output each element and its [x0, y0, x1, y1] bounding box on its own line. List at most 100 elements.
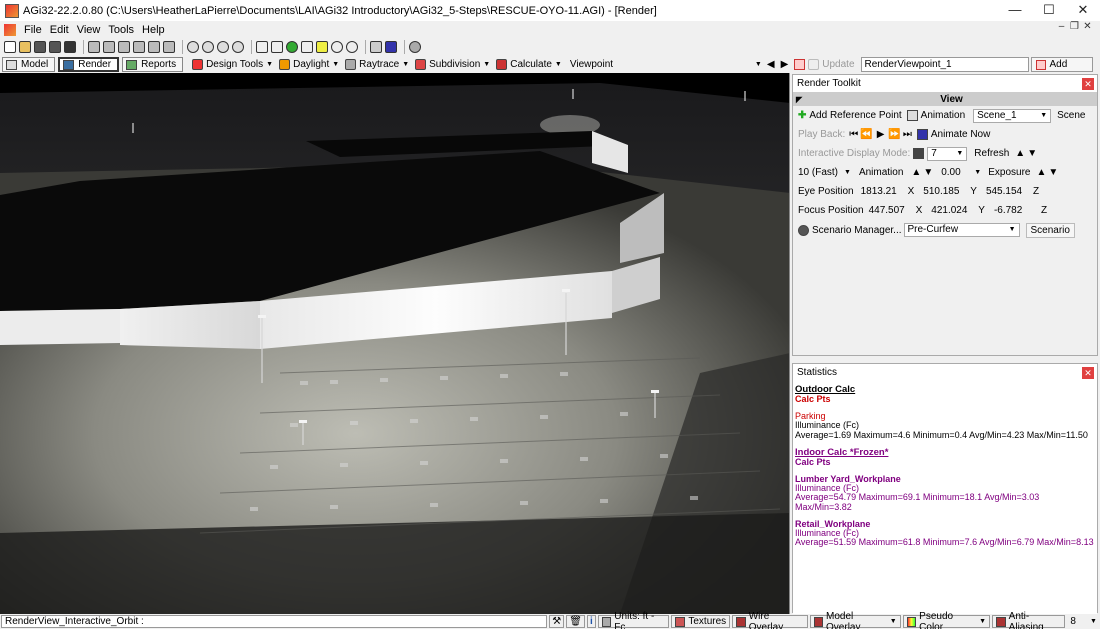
viewpoint-dropdown[interactable]: Viewpoint ▼ [568, 58, 764, 72]
raytrace-menu[interactable]: Raytrace ▼ [345, 59, 409, 70]
trash-icon[interactable]: 🗑 [566, 615, 585, 628]
import-icon[interactable] [34, 41, 46, 53]
menu-tools[interactable]: Tools [104, 24, 138, 36]
orbit-se-icon[interactable] [217, 41, 229, 53]
focus-x-input[interactable]: 447.507 [866, 204, 914, 218]
anti-aliasing-dropdown[interactable]: 8 ▼ [1067, 615, 1100, 628]
exposure-down-icon[interactable]: ▼ [1048, 167, 1058, 178]
tab-render[interactable]: Render [58, 57, 120, 72]
view-cube-icon[interactable] [88, 41, 100, 53]
calculate-menu[interactable]: Calculate ▼ [496, 59, 562, 70]
mdi-close-button[interactable]: ✕ [1081, 21, 1094, 32]
skip-end-icon[interactable]: ⏭ [903, 129, 912, 140]
design-tools-menu[interactable]: Design Tools ▼ [192, 59, 273, 70]
minimize-button[interactable]: — [998, 0, 1032, 21]
animation-down-icon[interactable]: ▼ [923, 167, 933, 178]
mdi-minimize-button[interactable]: – [1055, 21, 1068, 32]
scenario-manager-button[interactable]: Scenario Manager... [812, 225, 902, 236]
eye-y-input[interactable]: 510.185 [920, 185, 968, 199]
animate-now-icon[interactable] [916, 129, 928, 140]
focus-z-input[interactable]: -6.782 [991, 204, 1039, 218]
menu-file[interactable]: File [20, 24, 46, 36]
refresh-up-icon[interactable]: ▲ [1015, 148, 1025, 159]
view-section-header[interactable]: ◤ View [793, 92, 1097, 106]
previous-viewpoint-icon[interactable]: ◀ [767, 59, 775, 70]
add-reference-point-icon[interactable]: ✚ [798, 110, 806, 121]
open-folder-icon[interactable] [19, 41, 31, 53]
stop-icon[interactable] [409, 41, 421, 53]
new-file-icon[interactable] [4, 41, 16, 53]
render-viewport[interactable] [0, 73, 790, 614]
refresh-button[interactable]: Refresh [974, 148, 1009, 159]
wire-overlay-toggle[interactable]: Wire Overlay [732, 611, 808, 629]
document-icon[interactable] [4, 23, 16, 36]
orbit-ne-icon[interactable] [187, 41, 199, 53]
view-side-icon[interactable] [133, 41, 145, 53]
exposure-up-icon[interactable]: ▲ [1036, 167, 1046, 178]
pseudo-color-menu[interactable]: Pseudo Color ▼ [902, 611, 991, 629]
units-button[interactable]: Units: ft - Fc [597, 611, 670, 629]
pan-hand-icon[interactable] [271, 41, 283, 53]
view-back-icon[interactable] [148, 41, 160, 53]
orbit-nw-icon[interactable] [202, 41, 214, 53]
scene-dropdown[interactable]: Scene_1 ▼ [973, 108, 1052, 123]
close-button[interactable]: ✕ [1066, 0, 1100, 21]
rotate-icon[interactable] [331, 41, 343, 53]
update-button[interactable]: Update [808, 59, 855, 70]
luminaire-icon[interactable] [370, 41, 382, 53]
scenario-button[interactable]: Scenario [1025, 222, 1075, 238]
eye-x-input[interactable]: 1813.21 [858, 185, 906, 199]
render-viewpoint-name-input[interactable]: RenderViewpoint_1 [860, 57, 1029, 72]
close-icon[interactable]: ✕ [1082, 366, 1094, 379]
orbit-sw-icon[interactable] [232, 41, 244, 53]
scenario-dropdown[interactable]: Pre-Curfew ▼ [903, 223, 1020, 237]
subdivision-menu[interactable]: Subdivision ▼ [415, 59, 490, 70]
zoom-icon[interactable] [346, 41, 358, 53]
exposure-dropdown[interactable]: 0.00 ▼ [938, 166, 984, 180]
globe-icon[interactable] [286, 41, 298, 53]
view-front-icon[interactable] [118, 41, 130, 53]
maximize-button[interactable]: ☐ [1032, 0, 1066, 21]
close-icon[interactable]: ✕ [1082, 77, 1094, 90]
rewind-icon[interactable]: ⏪ [860, 129, 872, 140]
model-overlay-menu[interactable]: Model Overlay ▼ [809, 611, 901, 629]
scissors-icon[interactable] [256, 41, 268, 53]
tools-icon[interactable]: ⚒ [549, 615, 565, 628]
add-reference-point-button[interactable]: Add Reference Point [809, 110, 901, 121]
textures-toggle[interactable]: Textures [671, 615, 731, 628]
mdi-restore-button[interactable]: ❐ [1068, 21, 1081, 32]
skip-start-icon[interactable]: ⏮ [849, 129, 858, 140]
daylight-menu[interactable]: Daylight ▼ [279, 59, 339, 70]
display-mode-dropdown[interactable]: 7 ▼ [927, 146, 968, 161]
refresh-down-icon[interactable]: ▼ [1027, 148, 1037, 159]
export-icon[interactable] [49, 41, 61, 53]
save-icon[interactable] [64, 41, 76, 53]
tab-model[interactable]: Model [2, 57, 56, 72]
info-icon[interactable]: i [586, 615, 596, 628]
scene-button[interactable]: Scene [1057, 110, 1085, 121]
view-top-icon[interactable] [103, 41, 115, 53]
menu-view[interactable]: View [73, 24, 105, 36]
add-viewpoint-button[interactable]: Add [1030, 57, 1093, 72]
animation-up-icon[interactable]: ▲ [911, 167, 921, 178]
animate-now-button[interactable]: Animate Now [931, 129, 990, 140]
animation-icon[interactable] [906, 110, 918, 121]
collapse-icon[interactable]: ◤ [796, 95, 806, 104]
fast-forward-icon[interactable]: ⏩ [888, 129, 900, 140]
render-scene[interactable] [0, 73, 790, 614]
play-icon[interactable]: ▶ [877, 129, 885, 140]
animation-button[interactable]: Animation [921, 110, 965, 121]
eye-z-input[interactable]: 545.154 [983, 185, 1031, 199]
menu-help[interactable]: Help [138, 24, 169, 36]
delete-viewpoint-icon[interactable] [794, 59, 806, 70]
focus-y-input[interactable]: 421.024 [928, 204, 976, 218]
next-viewpoint-icon[interactable]: ▶ [781, 59, 789, 70]
chevron-down-icon[interactable]: ▼ [844, 169, 851, 176]
display-icon[interactable] [385, 41, 397, 53]
anti-aliasing-toggle[interactable]: Anti-Aliasing [992, 611, 1066, 629]
fly-icon[interactable] [316, 41, 328, 53]
speed-dropdown[interactable]: 10 (Fast) [798, 166, 842, 180]
view-iso-icon[interactable] [163, 41, 175, 53]
scenario-manager-icon[interactable] [798, 224, 809, 236]
tab-reports[interactable]: Reports [122, 57, 184, 72]
